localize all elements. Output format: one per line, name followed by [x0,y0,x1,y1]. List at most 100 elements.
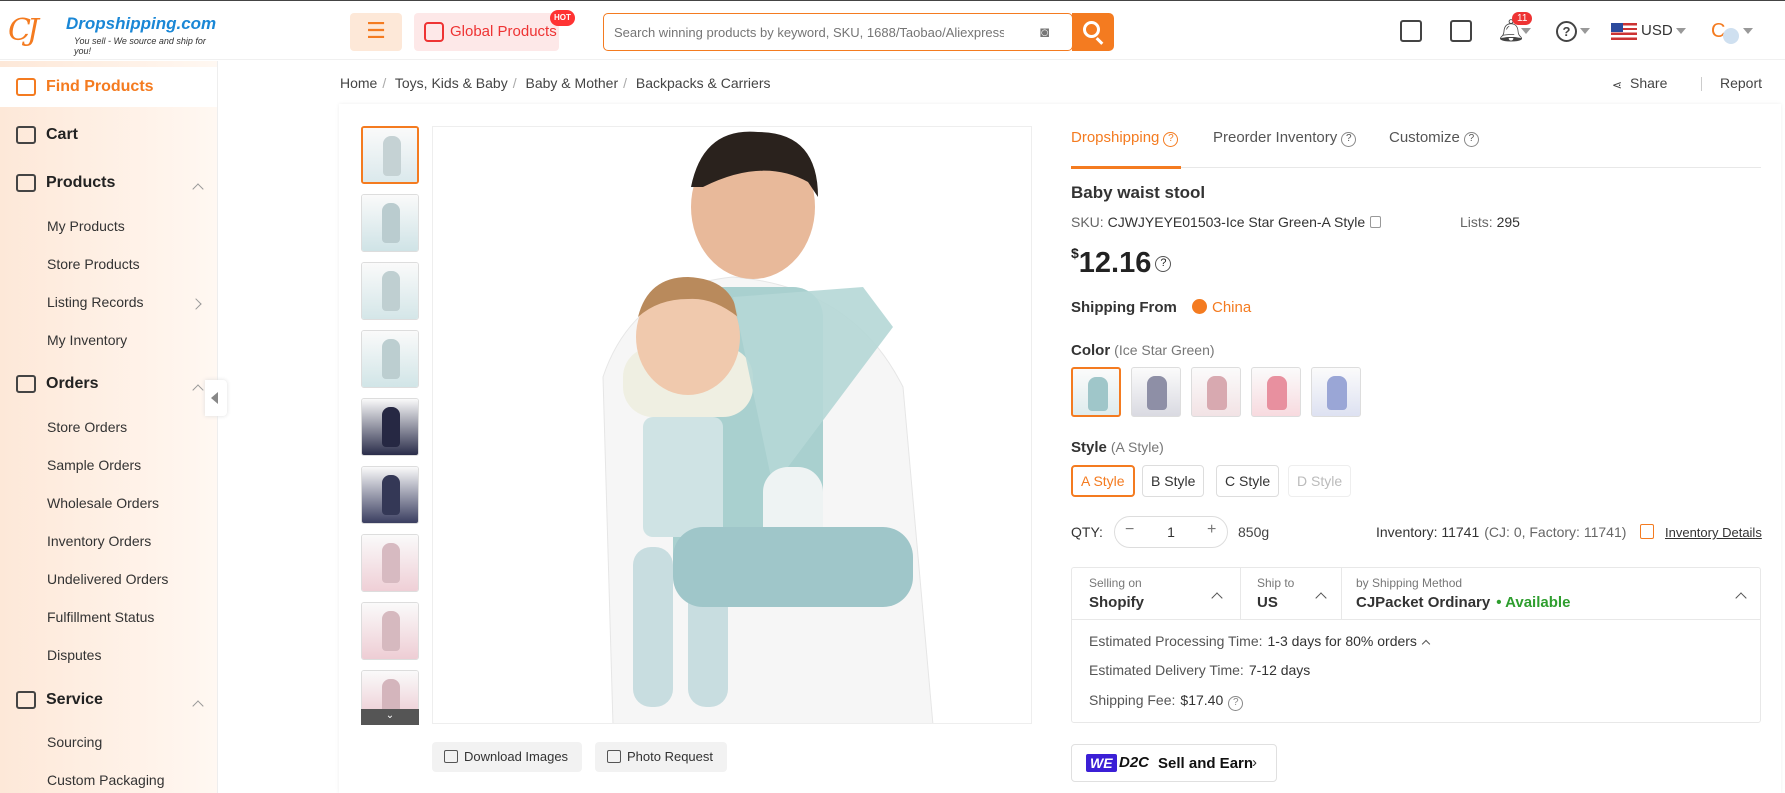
sidebar-item-disputes[interactable]: Disputes [47,647,101,663]
help-icon[interactable]: ? [1556,21,1577,42]
style-option-a[interactable]: A Style [1071,465,1135,497]
selling-on-selector[interactable]: Selling on Shopify [1089,576,1144,611]
shipping-box: Selling on Shopify Ship to US by Shipping … [1071,567,1761,723]
decrement-button[interactable]: − [1125,521,1134,539]
chevron-up-icon[interactable] [192,183,204,195]
share-button[interactable]: ⋖ Share [1612,75,1667,92]
sidebar-item-store-orders[interactable]: Store Orders [47,419,127,435]
product-thumbnail[interactable] [361,398,419,456]
product-thumbnail[interactable] [361,534,419,592]
logo[interactable]: CJ Dropshipping.com You sell - We source… [8,11,216,56]
help-icon[interactable]: ? [1163,132,1179,147]
chevron-right-icon[interactable] [190,298,202,310]
breadcrumb-baby-mother[interactable]: Baby & Mother [526,75,619,91]
shipping-method-label: by Shipping Method [1356,576,1463,590]
search-input[interactable] [604,14,1004,50]
style-option-b[interactable]: B Style [1142,465,1205,497]
sidebar-item-find-products[interactable]: Find Products [16,74,154,100]
main-product-image[interactable] [432,126,1032,724]
sidebar-item-sourcing[interactable]: Sourcing [47,734,102,750]
video-icon[interactable] [1400,20,1422,42]
chevron-down-icon[interactable] [1521,28,1531,34]
help-icon[interactable]: ? [1463,132,1479,147]
sidebar-item-wholesale-orders[interactable]: Wholesale Orders [47,495,159,511]
ship-to-selector[interactable]: Ship to US [1257,576,1294,611]
sidebar-item-store-products[interactable]: Store Products [47,256,140,272]
breadcrumb-toys-kids-baby[interactable]: Toys, Kids & Baby [395,75,508,91]
avatar[interactable]: C [1711,20,1739,44]
us-flag-icon[interactable] [1611,23,1637,40]
product-thumbnail[interactable] [361,330,419,388]
sidebar-item-listing-records[interactable]: Listing Records [47,294,144,310]
sidebar-item-my-products[interactable]: My Products [47,218,125,234]
chevron-down-icon[interactable] [1676,28,1686,34]
products-icon [16,174,36,192]
help-icon[interactable]: ? [1155,256,1172,272]
download-images-button[interactable]: Download Images [432,742,583,772]
d2c-sell-and-earn-button[interactable]: WE D2C Sell and Earn › [1071,744,1277,782]
sidebar-item-service[interactable]: Service [16,687,103,713]
sidebar-item-inventory-orders[interactable]: Inventory Orders [47,533,151,549]
global-products-button[interactable]: Global Products HOT [414,10,575,51]
sidebar-item-custom-packaging[interactable]: Custom Packaging [47,772,165,788]
product-thumbnail[interactable] [361,262,419,320]
chevron-down-icon[interactable] [1580,28,1590,34]
chevron-up-icon[interactable] [1421,639,1431,649]
style-option-c[interactable]: C Style [1216,465,1280,497]
product-thumbnail[interactable] [361,194,419,252]
sidebar-item-fulfillment-status[interactable]: Fulfillment Status [47,609,154,625]
photo-request-button[interactable]: Photo Request [595,742,728,772]
selling-on-value: Shopify [1089,594,1144,611]
delivery-time-label: Estimated Delivery Time: [1089,662,1244,678]
sidebar-item-my-inventory[interactable]: My Inventory [47,332,127,348]
shipping-from-value: China [1212,299,1252,316]
inventory-details-link[interactable]: Inventory Details [1665,525,1762,540]
product-lists: Lists: 295 [1460,214,1520,230]
price-amount: 12.16 [1078,247,1152,279]
help-icon[interactable]: ? [1228,696,1244,711]
category-menu-button[interactable]: ☰ [350,13,402,51]
chevron-up-icon[interactable] [192,700,204,712]
product-thumbnail[interactable] [361,126,419,184]
tab-label: Customize [1389,129,1460,146]
thumbnails-scroll-down[interactable]: ⌄ [361,709,419,725]
chevron-up-icon[interactable] [1211,592,1223,604]
color-swatch[interactable] [1251,367,1301,417]
chevron-up-icon[interactable] [1735,592,1747,604]
shipping-from-option[interactable]: China [1192,299,1251,316]
chevron-up-icon[interactable] [192,384,204,396]
chevron-down-icon[interactable] [1743,28,1753,34]
product-thumbnail[interactable] [361,602,419,660]
currency-selector[interactable]: USD [1641,22,1673,39]
breadcrumb-backpacks-carriers[interactable]: Backpacks & Carriers [636,75,771,91]
thumbnail-figure [382,271,400,311]
sidebar-item-label: Cart [46,126,79,143]
color-swatch[interactable] [1311,367,1361,417]
tab-dropshipping[interactable]: Dropshipping? [1071,129,1179,147]
sidebar-item-orders[interactable]: Orders [16,371,98,397]
product-thumbnail[interactable] [361,466,419,524]
tab-preorder-inventory[interactable]: Preorder Inventory? [1213,129,1357,147]
lists-value: 295 [1496,214,1520,230]
chevron-down-icon: ⌄ [385,710,395,721]
copy-icon[interactable] [1370,216,1382,228]
breadcrumb-home[interactable]: Home [340,75,377,91]
sidebar-item-cart[interactable]: Cart [16,122,78,148]
color-swatch[interactable] [1131,367,1181,417]
sidebar-collapse-button[interactable] [205,380,227,416]
checklist-icon[interactable] [1450,20,1472,42]
tab-customize[interactable]: Customize? [1389,129,1479,147]
sidebar-item-sample-orders[interactable]: Sample Orders [47,457,141,473]
sidebar-item-products[interactable]: Products [16,170,115,196]
search-button[interactable] [1072,13,1114,51]
sidebar-item-undelivered-orders[interactable]: Undelivered Orders [47,571,168,587]
color-swatch[interactable] [1191,367,1241,417]
quantity-value[interactable]: 1 [1149,524,1193,540]
camera-icon[interactable]: ◙ [1040,24,1049,41]
help-icon[interactable]: ? [1341,132,1357,147]
chevron-up-icon[interactable] [1315,592,1327,604]
shipping-method-selector[interactable]: by Shipping Method CJPacket Ordinary • Ava… [1356,576,1570,611]
report-button[interactable]: Report [1720,75,1762,91]
color-swatch[interactable] [1071,367,1121,417]
increment-button[interactable]: + [1207,521,1216,539]
